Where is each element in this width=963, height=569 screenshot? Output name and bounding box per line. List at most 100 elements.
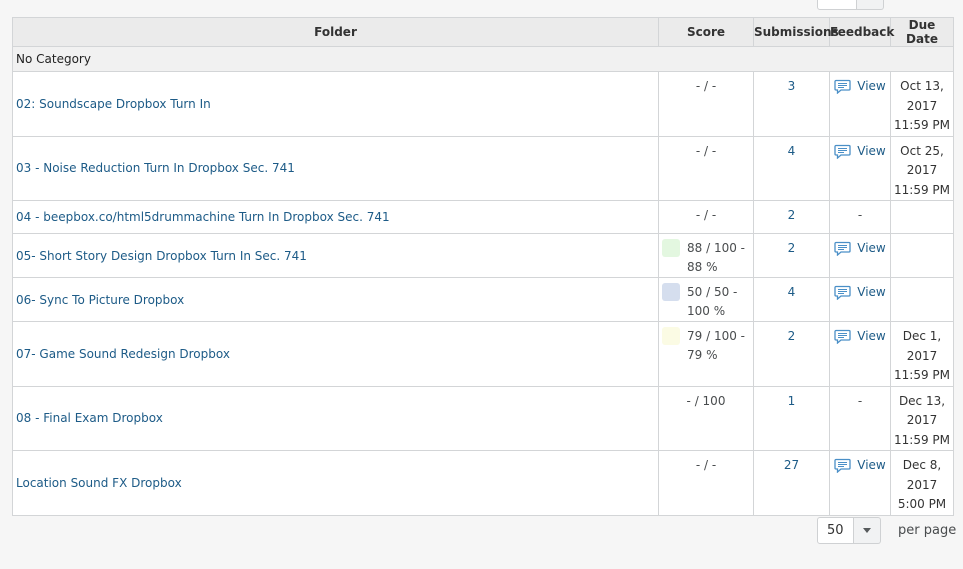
score-color-swatch [662,239,680,257]
triangle-down-icon [863,527,871,533]
view-feedback-link[interactable]: View [834,456,886,475]
due-date-cell [890,233,954,278]
no-feedback: - [857,208,863,222]
submissions-link[interactable]: 2 [788,241,796,255]
score-value: - / - [695,79,717,93]
feedback-cell: View [829,277,891,322]
top-pager [817,0,899,10]
table-row: 08 - Final Exam Dropbox - / 100 1 - Dec 13, 2… [12,385,954,451]
folder-cell: 06- Sync To Picture Dropbox [12,277,659,322]
score-value: 79 / 100 -79 % [687,329,745,362]
view-feedback-link[interactable]: View [834,77,886,96]
table-header-row: Folder Score Submissions Feedback Due Da… [12,17,954,47]
due-date-line: 2017 [906,163,938,177]
folder-link[interactable]: Location Sound FX Dropbox [16,476,182,490]
folder-link[interactable]: 06- Sync To Picture Dropbox [16,293,184,307]
table-row: Location Sound FX Dropbox - / -27 View Dec … [12,450,954,516]
due-date-line: Dec 13, [898,393,946,408]
submissions-cell: 1 [753,385,830,451]
top-per-page-arrow[interactable] [857,0,884,10]
submissions-link[interactable]: 4 [788,144,796,158]
folder-link[interactable]: 02: Soundscape Dropbox Turn In [16,97,211,111]
submissions-link[interactable]: 27 [784,458,799,472]
category-row: No Category [12,46,954,72]
submissions-cell: 2 [753,321,830,387]
speech-bubble-icon [834,144,851,159]
score-cell: - / 100 [658,385,754,451]
view-feedback-link[interactable]: View [834,283,886,302]
due-date-line: Oct 13, [900,79,944,93]
table-row: 06- Sync To Picture Dropbox 50 / 50 -100 … [12,277,954,322]
due-date-cell: Oct 13, 2017 11:59 PM [890,71,954,137]
due-date-line: 2017 [906,477,938,492]
view-feedback-link[interactable]: View [834,327,886,346]
feedback-cell: View [829,71,891,137]
submissions-cell: 3 [753,71,830,137]
speech-bubble-icon [834,329,851,344]
no-feedback: - [857,393,863,408]
folder-link[interactable]: 04 - beepbox.co/html5drummachine Turn In… [16,210,390,224]
due-date-line: 2017 [906,348,938,363]
due-date-line: Dec 1, [902,329,942,343]
due-date-cell: Dec 1, 2017 11:59 PM [890,321,954,387]
due-date-line: 11:59 PM [894,368,950,382]
table-row: 04 - beepbox.co/html5drummachine Turn In… [12,200,954,234]
dropbox-table: Folder Score Submissions Feedback Due Da… [12,17,954,516]
per-page-label: per page [898,522,957,538]
speech-bubble-icon [834,241,851,256]
header-folder: Folder [12,17,659,47]
score-cell: - / - [658,135,754,201]
per-page-select[interactable]: 50 [817,516,854,544]
submissions-link[interactable]: 4 [788,285,796,299]
due-date-cell: Dec 13, 2017 11:59 PM [890,385,954,451]
submissions-link[interactable]: 3 [788,79,796,93]
folder-link[interactable]: 03 - Noise Reduction Turn In Dropbox Sec… [16,161,295,175]
feedback-cell: - [829,200,891,234]
due-date-cell [890,277,954,322]
folder-cell: 08 - Final Exam Dropbox [12,385,659,451]
due-date-line: 2017 [906,98,938,113]
per-page-arrow[interactable] [854,516,881,544]
submissions-cell: 4 [753,135,830,201]
folder-cell: 05- Short Story Design Dropbox Turn In S… [12,233,659,278]
view-feedback-link[interactable]: View [834,142,886,161]
score-color-swatch [662,283,680,301]
speech-bubble-icon [834,458,851,473]
table-row: 02: Soundscape Dropbox Turn In - / - 3 View… [12,71,954,137]
category-label: No Category [12,46,954,72]
submissions-cell: 2 [753,233,830,278]
folder-cell: Location Sound FX Dropbox [12,450,659,516]
score-value: 88 / 100 -88 % [687,241,745,274]
submissions-cell: 4 [753,277,830,322]
header-score: Score [658,17,754,47]
submissions-link[interactable]: 2 [788,329,796,343]
score-cell: - / - [658,200,754,234]
speech-bubble-icon [834,285,851,300]
feedback-cell: - [829,385,891,451]
table-row: 07- Game Sound Redesign Dropbox 79 / 100 … [12,321,954,387]
score-value: 50 / 50 -100 % [687,285,738,318]
folder-link[interactable]: 07- Game Sound Redesign Dropbox [16,347,230,361]
score-cell: 79 / 100 -79 % [658,321,754,387]
score-cell: 50 / 50 -100 % [658,277,754,322]
folder-link[interactable]: 08 - Final Exam Dropbox [16,411,163,425]
submissions-link[interactable]: 2 [788,208,796,222]
view-feedback-link[interactable]: View [834,239,886,258]
folder-link[interactable]: 05- Short Story Design Dropbox Turn In S… [16,249,307,263]
header-submissions: Submissions [753,17,839,47]
score-value: - / - [695,458,717,472]
feedback-cell: View [829,450,891,516]
due-date-line: 11:59 PM [894,182,950,197]
due-date-line: 5:00 PM [897,497,947,511]
score-value: - / - [695,143,717,158]
due-date-line: Oct 25, [900,143,944,158]
folder-cell: 07- Game Sound Redesign Dropbox [12,321,659,387]
folder-cell: 04 - beepbox.co/html5drummachine Turn In… [12,200,659,234]
score-cell: - / - [658,450,754,516]
submissions-cell: 27 [753,450,830,516]
due-date-line: 2017 [906,413,938,427]
header-due-date: Due Date [890,17,954,47]
submissions-link[interactable]: 1 [788,394,796,408]
score-value: - / 100 [686,393,726,408]
top-per-page-select[interactable] [817,0,857,10]
